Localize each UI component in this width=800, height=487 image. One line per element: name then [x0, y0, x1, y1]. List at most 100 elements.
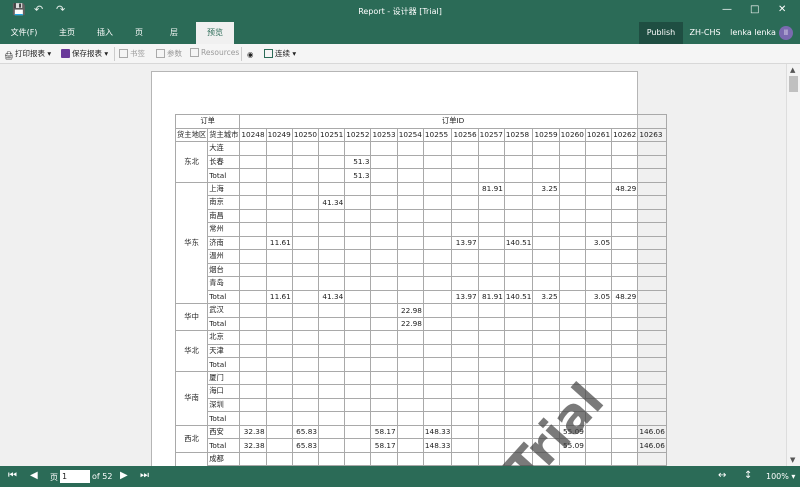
print-report-button[interactable]: 🖨打印报表 ▾ — [4, 48, 51, 60]
resources-button[interactable]: Resources — [190, 48, 239, 57]
save-report-button[interactable]: 保存报表 ▾ — [61, 48, 108, 59]
tab-layer[interactable]: 层 — [162, 22, 186, 44]
value-cell — [265, 438, 293, 453]
table-row: 常州 — [176, 222, 667, 237]
value-cell — [637, 343, 667, 358]
value-cell — [477, 303, 505, 318]
page-number-input[interactable] — [60, 470, 90, 483]
report-viewer[interactable]: 订单 订单ID 货主地区 货主城市 10248 10249 10250 10251 10252 1… — [0, 64, 786, 466]
value-cell — [239, 397, 267, 412]
value-cell — [451, 343, 479, 358]
value-cell — [370, 249, 398, 264]
zoom-level[interactable]: 100% ▾ — [766, 472, 795, 481]
value-cell — [451, 208, 479, 223]
value-cell — [503, 195, 534, 210]
language-button[interactable]: ZH-CHS — [686, 22, 724, 44]
value-cell — [318, 154, 346, 169]
value-cell — [396, 451, 424, 466]
value-cell — [584, 451, 613, 466]
value-cell — [477, 235, 505, 250]
value-cell — [239, 222, 267, 237]
tab-home[interactable]: 主页 — [52, 22, 82, 44]
previous-page-icon[interactable]: ◀ — [30, 470, 38, 481]
next-page-icon[interactable]: ▶ — [120, 470, 128, 481]
table-row: 烟台 — [176, 262, 667, 277]
value-cell — [239, 343, 267, 358]
value-cell — [318, 208, 346, 223]
value-cell — [584, 357, 613, 372]
value-cell — [611, 303, 639, 318]
value-cell — [318, 370, 346, 385]
tab-preview[interactable]: 预览 — [196, 22, 234, 44]
value-cell — [318, 222, 346, 237]
tab-file[interactable]: 文件(F) — [4, 22, 44, 44]
value-cell — [422, 276, 453, 291]
first-page-icon[interactable]: ⏮ — [8, 470, 17, 481]
value-cell — [265, 316, 293, 331]
value-cell — [503, 370, 534, 385]
column-header: 10250 — [291, 127, 320, 142]
value-cell — [532, 222, 560, 237]
table-row: 长春 51.3 — [176, 154, 667, 169]
minimize-button[interactable]: — — [722, 4, 732, 15]
value-cell — [503, 168, 534, 183]
fit-width-icon[interactable]: ↔ — [718, 470, 726, 481]
value-cell — [451, 181, 479, 196]
value-cell — [611, 249, 639, 264]
header-row: 货主地区 货主城市 10248 10249 10250 10251 10252 10253 10… — [174, 127, 667, 142]
value-cell: 48.29 — [611, 181, 639, 196]
scroll-up-icon[interactable]: ▲ — [790, 66, 795, 74]
city-cell: 长春 — [207, 154, 241, 169]
value-cell — [451, 357, 479, 372]
value-cell — [584, 154, 613, 169]
vertical-scrollbar[interactable]: ▲ ▼ — [786, 64, 800, 466]
avatar[interactable]: ll — [779, 26, 793, 40]
bookmarks-button[interactable]: 书签 — [119, 48, 145, 59]
value-cell — [558, 357, 586, 372]
value-cell — [318, 451, 346, 466]
value-cell — [611, 316, 639, 331]
value-cell — [239, 384, 267, 399]
binoculars-icon: ◉ — [247, 50, 254, 59]
value-cell — [558, 316, 586, 331]
value-cell: 148.33 — [422, 438, 453, 453]
value-cell — [422, 357, 453, 372]
value-cell — [291, 303, 320, 318]
value-cell — [422, 370, 453, 385]
find-button[interactable]: ◉ — [247, 48, 258, 59]
continuous-button[interactable]: 连续 ▾ — [264, 48, 296, 59]
publish-button[interactable]: Publish — [639, 22, 683, 44]
value-cell — [477, 168, 505, 183]
value-cell — [637, 370, 667, 385]
tab-insert[interactable]: 插入 — [90, 22, 120, 44]
table-row: Total 11.61 41.34 13.97 81.91 140.51 3.25 3.05 4… — [176, 289, 667, 304]
fit-height-icon[interactable]: ↕ — [744, 470, 752, 481]
scroll-down-icon[interactable]: ▼ — [790, 456, 795, 464]
value-cell — [611, 330, 639, 345]
tab-page[interactable]: 页 — [128, 22, 150, 44]
last-page-icon[interactable]: ⏭ — [140, 470, 149, 481]
value-cell — [611, 154, 639, 169]
value-cell: 81.91 — [477, 289, 505, 304]
value-cell — [370, 343, 398, 358]
table-row: 东北 大连 — [174, 141, 667, 183]
value-cell — [370, 370, 398, 385]
city-cell: Total — [207, 411, 241, 426]
printer-icon: 🖨 — [4, 51, 14, 60]
value-cell — [584, 249, 613, 264]
value-cell — [422, 195, 453, 210]
close-button[interactable]: ✕ — [778, 4, 786, 15]
value-cell — [611, 168, 639, 183]
value-cell — [503, 249, 534, 264]
value-cell — [558, 208, 586, 223]
value-cell — [477, 397, 505, 412]
scroll-thumb[interactable] — [789, 76, 798, 92]
maximize-button[interactable]: □ — [750, 4, 759, 15]
user-name[interactable]: lenka lenka — [730, 22, 776, 44]
table-row: Total 32.38 65.83 58.17 148.33 55.09 146.06 — [176, 438, 667, 453]
value-cell — [532, 370, 560, 385]
value-cell — [611, 208, 639, 223]
parameters-button[interactable]: 参数 — [156, 48, 182, 59]
value-cell — [532, 235, 560, 250]
city-cell: 天津 — [207, 343, 241, 358]
